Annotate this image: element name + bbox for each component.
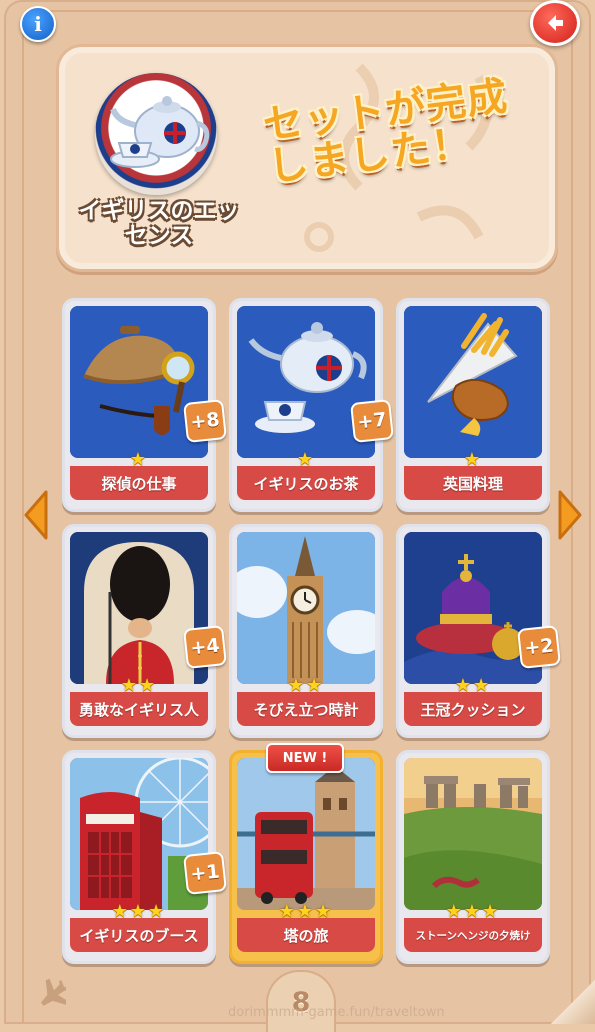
card-label: ストーンヘンジの夕焼け [404,918,542,952]
card-british-booth[interactable]: ★★★ イギリスのブース +1 [62,750,227,964]
card-art [404,758,542,910]
watermark-text: dorimmmm-game.fun/traveltown [228,1005,445,1020]
card-british-cuisine[interactable]: ★ 英国料理 [396,298,550,512]
back-button[interactable] [530,0,580,46]
set-teapot-medallion [95,73,217,195]
card-towering-clock[interactable]: ★★ そびえ立つ時計 [229,524,383,738]
tower-bridge-bus-icon [237,758,375,910]
duplicate-count-badge: +8 [183,399,227,443]
next-page-arrow-icon[interactable] [556,488,584,542]
card-stonehenge-sunset[interactable]: ★★★ ストーンヘンジの夕焼け [396,750,550,964]
airplane-icon [40,978,66,1006]
card-british-tea[interactable]: ★ イギリスのお茶 +7 [229,298,394,512]
fish-and-chips-icon [404,306,542,458]
card-art [237,758,375,910]
stonehenge-icon [404,758,542,910]
page-number: 8 [266,970,336,1032]
card-label: 探偵の仕事 [70,466,208,500]
card-label: 王冠クッション [404,692,542,726]
back-arrow-icon [548,15,563,31]
card-label: そびえ立つ時計 [237,692,375,726]
duplicate-count-badge: +2 [517,625,561,669]
duplicate-count-badge: +4 [183,625,227,669]
info-icon: i [34,12,42,36]
card-crown-cushion[interactable]: ★★ 王冠クッション +2 [396,524,561,738]
new-badge: NEW ! [266,743,344,773]
info-button[interactable]: i [20,6,56,42]
card-label: 勇敢なイギリス人 [70,692,208,726]
card-brave-briton[interactable]: ★★ 勇敢なイギリス人 +4 [62,524,227,738]
teapot-icon [110,96,210,168]
duplicate-count-badge: +7 [350,399,394,443]
card-label: イギリスのブース [70,918,208,952]
card-grid: ★ 探偵の仕事 +8 ★ イギリスのお茶 +7 ★ 英国料理 ★★ 勇敢なイギリ… [62,298,561,964]
card-label: 塔の旅 [237,918,375,952]
card-detective-work[interactable]: ★ 探偵の仕事 +8 [62,298,227,512]
previous-page-arrow-icon[interactable] [22,488,50,542]
set-name: イギリスのエッセンス [78,198,240,249]
card-label: 英国料理 [404,466,542,500]
page-curl[interactable] [551,980,595,1024]
set-complete-banner: イギリスのエッセンス セットが完成しました！ [56,44,558,272]
big-ben-icon [237,532,375,684]
card-label: イギリスのお茶 [237,466,375,500]
card-tower-trip[interactable]: NEW ! ★★★ 塔の旅 [229,743,383,964]
duplicate-count-badge: +1 [183,851,227,895]
card-art [237,532,375,684]
card-art [404,306,542,458]
